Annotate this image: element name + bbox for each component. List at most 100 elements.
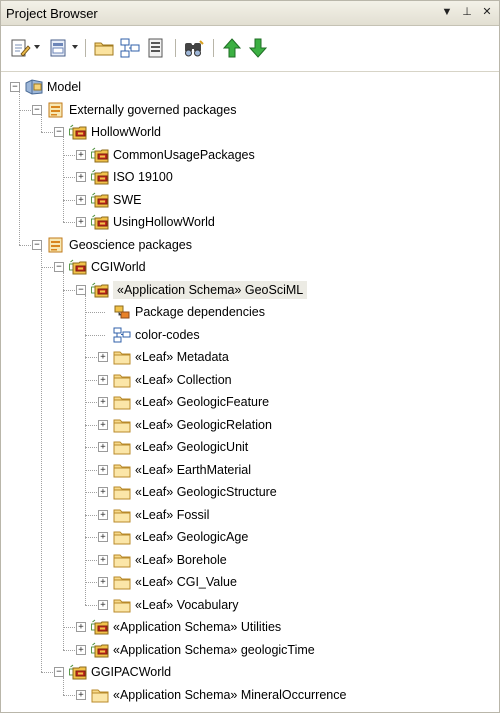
tree-node[interactable]: + «Leaf» Metadata (1, 346, 499, 368)
tree-node[interactable]: Package dependencies (1, 301, 499, 323)
expand-icon[interactable]: + (98, 577, 108, 587)
new-package-icon[interactable] (93, 37, 115, 59)
expand-icon[interactable]: + (98, 487, 108, 497)
tree-node-label[interactable]: «Leaf» GeologicStructure (135, 485, 277, 499)
expand-icon[interactable]: + (98, 352, 108, 362)
expand-icon[interactable]: + (76, 194, 86, 205)
tree-node[interactable]: + UsingHollowWorld (1, 211, 499, 233)
toolbar-separator (213, 39, 214, 57)
tree-node[interactable]: − CGIWorld (1, 256, 499, 278)
tree-node-label[interactable]: «Leaf» Metadata (135, 350, 229, 364)
tree-node[interactable]: + «Leaf» GeologicRelation (1, 414, 499, 436)
tree-node-label[interactable]: Model (47, 80, 81, 94)
tree-node[interactable]: + «Leaf» Collection (1, 369, 499, 391)
expand-icon[interactable]: + (76, 217, 86, 227)
tree-node-label[interactable]: «Leaf» GeologicRelation (135, 418, 272, 432)
expand-icon[interactable]: + (98, 509, 108, 520)
tree-node-label[interactable]: color-codes (135, 328, 200, 342)
tree-node-label[interactable]: CommonUsagePackages (113, 148, 255, 162)
collapse-icon[interactable]: − (32, 239, 42, 250)
tree-node-label[interactable]: «Leaf» Fossil (135, 508, 209, 522)
tree-node-label[interactable]: SWE (113, 193, 141, 207)
tree-node-label[interactable]: CGIWorld (91, 260, 146, 274)
expand-icon[interactable]: + (76, 622, 86, 632)
tree-node[interactable]: − GGIPACWorld (1, 661, 499, 683)
tree-node-label[interactable]: «Leaf» GeologicAge (135, 530, 248, 544)
tree-node[interactable]: + «Leaf» GeologicAge (1, 526, 499, 548)
tree-node[interactable]: + «Leaf» GeologicStructure (1, 481, 499, 503)
tree-node[interactable]: + SWE (1, 189, 499, 211)
expand-icon[interactable]: + (98, 599, 108, 610)
collapse-icon[interactable]: − (54, 262, 64, 272)
tree-node-label[interactable]: «Leaf» GeologicUnit (135, 440, 248, 454)
tree-node[interactable]: + «Leaf» CGI_Value (1, 571, 499, 593)
expand-icon[interactable]: + (76, 172, 86, 182)
tree-node-label[interactable]: «Application Schema» geologicTime (113, 643, 315, 657)
expand-icon[interactable]: + (98, 532, 108, 542)
folder-icon (113, 417, 131, 433)
new-diagram-dropdown[interactable] (72, 45, 78, 49)
tree-node-label[interactable]: «Leaf» Collection (135, 373, 232, 387)
close-icon[interactable]: ✕ (480, 5, 494, 19)
collapse-icon[interactable]: − (10, 82, 20, 92)
tree-node[interactable]: + CommonUsagePackages (1, 144, 499, 166)
properties-icon[interactable] (145, 37, 167, 59)
tree-node-label[interactable]: «Leaf» Vocabulary (135, 598, 239, 612)
tree-node-label[interactable]: Externally governed packages (69, 103, 236, 117)
new-element-dropdown[interactable] (34, 45, 40, 49)
tree-node[interactable]: + «Leaf» Vocabulary (1, 594, 499, 616)
tree-guide-line (19, 92, 20, 245)
find-icon[interactable] (183, 37, 205, 59)
tree-node[interactable]: + ISO 19100 (1, 166, 499, 188)
tree-node-label[interactable]: ISO 19100 (113, 170, 173, 184)
collapse-icon[interactable]: − (76, 284, 86, 295)
expand-icon[interactable]: + (98, 554, 108, 565)
move-down-icon[interactable] (247, 37, 269, 59)
expand-icon[interactable]: + (76, 644, 86, 655)
tree-node[interactable]: − Geoscience packages (1, 234, 499, 256)
tree-node[interactable]: + «Leaf» GeologicFeature (1, 391, 499, 413)
tree-node[interactable]: + «Leaf» Fossil (1, 504, 499, 526)
pin-icon[interactable]: ⊥ (460, 5, 474, 19)
tree-node-label[interactable]: HollowWorld (91, 125, 161, 139)
new-diagram-icon[interactable] (47, 37, 69, 59)
expand-icon[interactable]: + (98, 419, 108, 430)
expand-icon[interactable]: + (98, 442, 108, 452)
tree-node[interactable]: − Model (1, 76, 499, 98)
project-browser-panel: Project Browser ▼ ⊥ ✕ − Model − External… (0, 0, 500, 713)
expand-icon[interactable]: + (98, 374, 108, 385)
tree-node-label[interactable]: Package dependencies (135, 305, 265, 319)
tree-node[interactable]: + «Leaf» GeologicUnit (1, 436, 499, 458)
tree-node[interactable]: + «Application Schema» Utilities (1, 616, 499, 638)
collapse-icon[interactable]: − (32, 104, 42, 115)
tree-node-label[interactable]: «Leaf» Borehole (135, 553, 227, 567)
menu-dropdown-icon[interactable]: ▼ (440, 5, 454, 19)
tree-node-label[interactable]: «Leaf» CGI_Value (135, 575, 237, 589)
collapse-icon[interactable]: − (54, 127, 64, 137)
collapse-icon[interactable]: − (54, 667, 64, 677)
tree-connector (85, 334, 105, 336)
tree-node-label[interactable]: «Leaf» EarthMaterial (135, 463, 251, 477)
tree-node-label[interactable]: UsingHollowWorld (113, 215, 215, 229)
view-diagram-icon[interactable] (119, 37, 141, 59)
expand-icon[interactable]: + (76, 149, 86, 160)
tree-node[interactable]: − Externally governed packages (1, 99, 499, 121)
tree-node-label[interactable]: GGIPACWorld (91, 665, 171, 679)
expand-icon[interactable]: + (98, 397, 108, 407)
expand-icon[interactable]: + (98, 464, 108, 475)
tree-node[interactable]: + «Application Schema» geologicTime (1, 639, 499, 661)
tree-node-label[interactable]: «Application Schema» GeoSciML (113, 280, 308, 299)
expand-icon[interactable]: + (76, 689, 86, 700)
tree-node[interactable]: + «Leaf» Borehole (1, 549, 499, 571)
tree-node-label[interactable]: «Application Schema» MineralOccurrence (113, 688, 346, 702)
tree-node-label[interactable]: «Application Schema» Utilities (113, 620, 281, 634)
tree-node[interactable]: − HollowWorld (1, 121, 499, 143)
tree-node[interactable]: color-codes (1, 324, 499, 346)
tree-node-label[interactable]: «Leaf» GeologicFeature (135, 395, 269, 409)
move-up-icon[interactable] (221, 37, 243, 59)
tree-node-label[interactable]: Geoscience packages (69, 238, 192, 252)
tree-node[interactable]: − «Application Schema» GeoSciML (1, 279, 499, 301)
new-element-icon[interactable] (9, 37, 31, 59)
tree-node[interactable]: + «Leaf» EarthMaterial (1, 459, 499, 481)
tree-node[interactable]: + «Application Schema» MineralOccurrence (1, 684, 499, 706)
